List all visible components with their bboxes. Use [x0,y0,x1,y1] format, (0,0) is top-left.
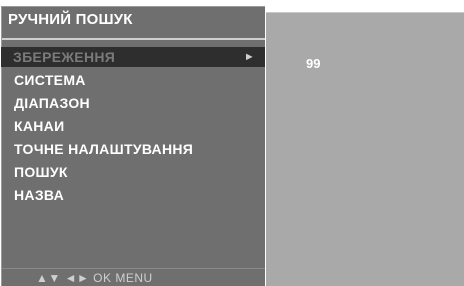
menu-item-storage[interactable]: ЗБЕРЕЖЕННЯ ► [1,47,265,67]
menu-item-search[interactable]: ПОШУК [2,162,265,182]
menu-item-label: НАЗВА [14,187,65,203]
manual-search-menu: РУЧНИЙ ПОШУК ЗБЕРЕЖЕННЯ ► СИСТЕМА ДІАПАЗ… [1,6,265,286]
menu-item-system[interactable]: СИСТЕМА [2,70,265,90]
navigation-hint: ▲▼ ◄► OK MENU [36,271,153,285]
menu-item-label: СИСТЕМА [14,72,86,88]
menu-item-band[interactable]: ДІАПАЗОН [2,93,265,113]
menu-item-label: ТОЧНЕ НАЛАШТУВАННЯ [14,141,194,157]
menu-item-fine-tuning[interactable]: ТОЧНЕ НАЛАШТУВАННЯ [2,139,265,159]
menu-item-label: КАНАИ [14,118,65,134]
title-divider [2,38,265,40]
menu-item-channels[interactable]: КАНАИ [2,116,265,136]
hint-divider [2,268,265,269]
menu-item-name[interactable]: НАЗВА [2,185,265,205]
right-arrow-icon: ► [243,51,255,63]
submenu-panel: 99 [266,12,464,286]
menu-title: РУЧНИЙ ПОШУК [8,11,133,28]
menu-item-label: ДІАПАЗОН [14,95,90,111]
menu-item-label: ЗБЕРЕЖЕННЯ [13,49,116,65]
storage-number-value[interactable]: 99 [306,56,320,71]
tv-osd-screen: РУЧНИЙ ПОШУК ЗБЕРЕЖЕННЯ ► СИСТЕМА ДІАПАЗ… [0,0,464,286]
menu-item-label: ПОШУК [14,164,68,180]
